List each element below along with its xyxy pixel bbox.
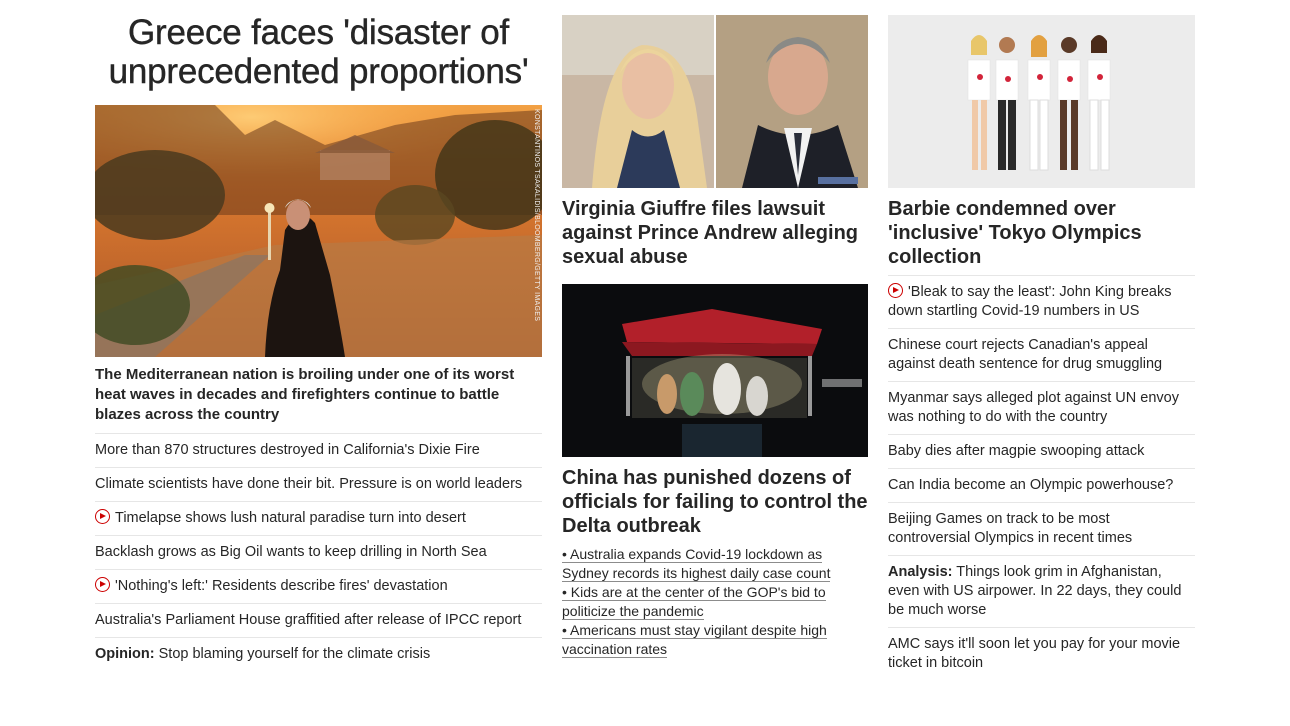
right-column: Barbie condemned over 'inclusive' Tokyo … bbox=[888, 0, 1195, 680]
china-headline-link[interactable]: China has punished dozens of officials f… bbox=[562, 467, 868, 537]
analysis-label: Analysis: bbox=[888, 564, 953, 580]
middle-column: Virginia Giuffre files lawsuit against P… bbox=[562, 0, 868, 659]
headline-title: Greece faces 'disaster of unprecedented … bbox=[95, 13, 542, 91]
related-link[interactable]: Myanmar says alleged plot against UN env… bbox=[888, 390, 1179, 425]
opinion-link[interactable]: Opinion: Stop blaming yourself for the c… bbox=[95, 646, 430, 662]
barbie-headline-link[interactable]: Barbie condemned over 'inclusive' Tokyo … bbox=[888, 198, 1142, 268]
related-link[interactable]: AMC says it'll soon let you pay for your… bbox=[888, 636, 1180, 671]
opinion-text: Stop blaming yourself for the climate cr… bbox=[154, 646, 431, 662]
giuffre-headline: Virginia Giuffre files lawsuit against P… bbox=[562, 197, 868, 269]
barbie-image[interactable] bbox=[888, 15, 1195, 188]
bullet-link[interactable]: • Kids are at the center of the GOP's bi… bbox=[562, 584, 826, 620]
headline-subtitle: The Mediterranean nation is broiling und… bbox=[95, 365, 542, 434]
list-item: Baby dies after magpie swooping attack bbox=[888, 435, 1195, 469]
giuffre-headline-link[interactable]: Virginia Giuffre files lawsuit against P… bbox=[562, 198, 858, 268]
night-testing-site-photo bbox=[562, 284, 868, 457]
play-video-icon bbox=[95, 509, 110, 524]
list-item: Australia's Parliament House graffitied … bbox=[95, 604, 542, 638]
bullet-link[interactable]: • Australia expands Covid-19 lockdown as… bbox=[562, 546, 831, 582]
related-video-link[interactable]: Timelapse shows lush natural paradise tu… bbox=[115, 510, 466, 526]
related-link[interactable]: Can India become an Olympic powerhouse? bbox=[888, 477, 1173, 493]
headline-link[interactable]: Greece faces 'disaster of unprecedented … bbox=[108, 13, 528, 91]
related-video-link[interactable]: 'Bleak to say the least': John King brea… bbox=[888, 284, 1171, 319]
giuffre-andrew-image[interactable] bbox=[562, 15, 868, 188]
barbie-dolls-photo bbox=[888, 15, 1195, 188]
related-link[interactable]: Climate scientists have done their bit. … bbox=[95, 476, 522, 492]
play-video-icon bbox=[95, 577, 110, 592]
list-item: 'Nothing's left:' Residents describe fir… bbox=[95, 570, 542, 604]
headline-subtitle-link[interactable]: The Mediterranean nation is broiling und… bbox=[95, 366, 514, 423]
list-item: Climate scientists have done their bit. … bbox=[95, 468, 542, 502]
wildfire-photo bbox=[95, 105, 542, 357]
list-item: More than 870 structures destroyed in Ca… bbox=[95, 434, 542, 468]
list-item: Backlash grows as Big Oil wants to keep … bbox=[95, 536, 542, 570]
image-credit: KONSTANTINOS TSAKALIDIS/BLOOMBERG/GETTY … bbox=[533, 109, 540, 322]
barbie-headline: Barbie condemned over 'inclusive' Tokyo … bbox=[888, 197, 1195, 276]
right-links-list: 'Bleak to say the least': John King brea… bbox=[888, 276, 1195, 680]
play-video-icon bbox=[888, 283, 903, 298]
bullet-link[interactable]: • Americans must stay vigilant despite h… bbox=[562, 622, 827, 658]
related-link[interactable]: Baby dies after magpie swooping attack bbox=[888, 443, 1144, 459]
list-item: Analysis: Things look grim in Afghanista… bbox=[888, 556, 1195, 628]
list-item: Timelapse shows lush natural paradise tu… bbox=[95, 502, 542, 536]
analysis-link[interactable]: Analysis: Things look grim in Afghanista… bbox=[888, 564, 1181, 618]
related-link[interactable]: More than 870 structures destroyed in Ca… bbox=[95, 442, 480, 458]
list-item: Can India become an Olympic powerhouse? bbox=[888, 469, 1195, 503]
list-item: Beijing Games on track to be most contro… bbox=[888, 503, 1195, 556]
related-link[interactable]: Backlash grows as Big Oil wants to keep … bbox=[95, 544, 487, 560]
list-item: 'Bleak to say the least': John King brea… bbox=[888, 276, 1195, 329]
list-item: Opinion: Stop blaming yourself for the c… bbox=[95, 638, 542, 671]
lead-story: Greece faces 'disaster of unprecedented … bbox=[95, 0, 542, 671]
china-bullet-links: • Australia expands Covid-19 lockdown as… bbox=[562, 545, 868, 659]
related-links-list: More than 870 structures destroyed in Ca… bbox=[95, 434, 542, 671]
headline-image[interactable]: KONSTANTINOS TSAKALIDIS/BLOOMBERG/GETTY … bbox=[95, 105, 542, 357]
list-item: Chinese court rejects Canadian's appeal … bbox=[888, 329, 1195, 382]
related-link[interactable]: Australia's Parliament House graffitied … bbox=[95, 612, 521, 628]
related-link[interactable]: Chinese court rejects Canadian's appeal … bbox=[888, 337, 1162, 372]
related-link[interactable]: Beijing Games on track to be most contro… bbox=[888, 511, 1132, 546]
split-portrait-photo bbox=[562, 15, 868, 188]
related-video-link[interactable]: 'Nothing's left:' Residents describe fir… bbox=[115, 578, 448, 594]
china-testing-image[interactable] bbox=[562, 284, 868, 457]
list-item: AMC says it'll soon let you pay for your… bbox=[888, 628, 1195, 680]
china-headline: China has punished dozens of officials f… bbox=[562, 466, 868, 538]
opinion-label: Opinion: bbox=[95, 646, 155, 662]
list-item: Myanmar says alleged plot against UN env… bbox=[888, 382, 1195, 435]
